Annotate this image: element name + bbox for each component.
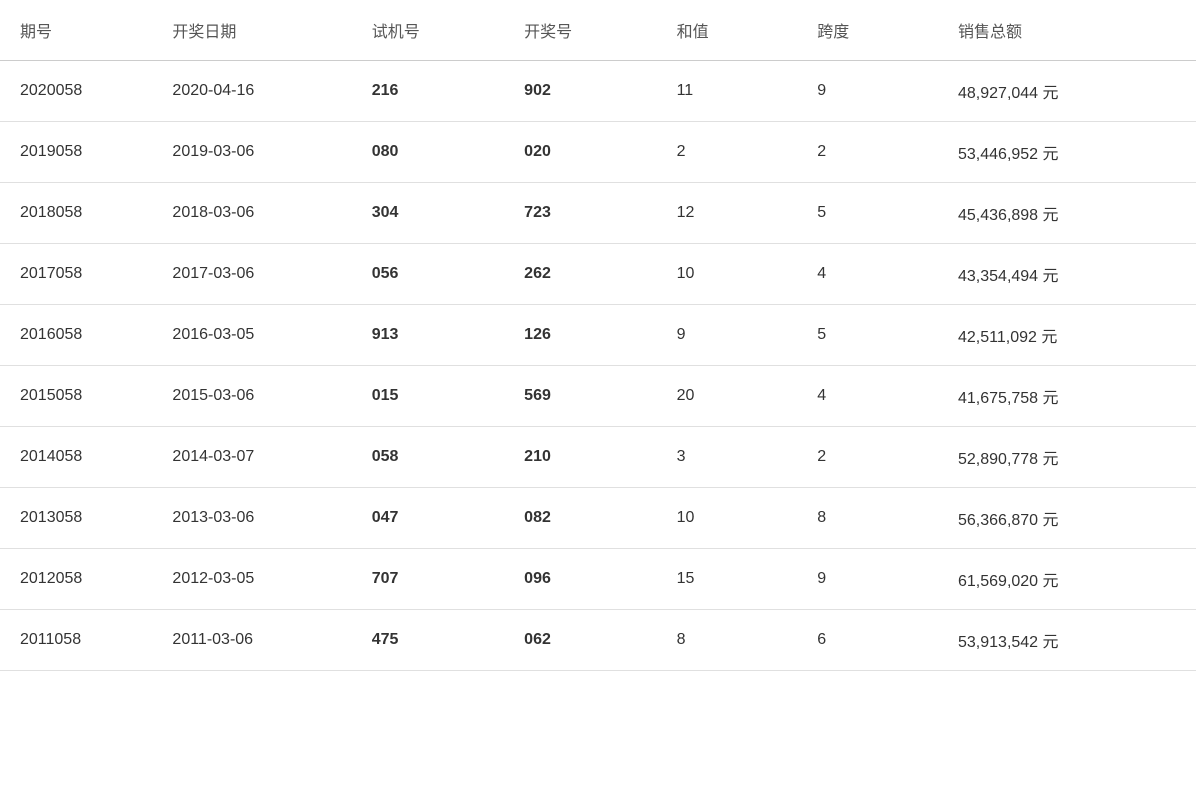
cell-sum: 10 (657, 244, 798, 305)
cell-period: 2011058 (0, 610, 152, 671)
cell-period: 2020058 (0, 61, 152, 122)
cell-span: 5 (797, 183, 938, 244)
cell-span: 6 (797, 610, 938, 671)
cell-sales: 41,675,758 元 (938, 366, 1196, 427)
cell-period: 2013058 (0, 488, 152, 549)
cell-span: 4 (797, 244, 938, 305)
cell-winning: 126 (504, 305, 656, 366)
cell-winning: 096 (504, 549, 656, 610)
cell-period: 2019058 (0, 122, 152, 183)
cell-winning: 062 (504, 610, 656, 671)
cell-sum: 3 (657, 427, 798, 488)
cell-sum: 9 (657, 305, 798, 366)
cell-sum: 8 (657, 610, 798, 671)
cell-trial: 047 (352, 488, 504, 549)
cell-trial: 056 (352, 244, 504, 305)
cell-sum: 11 (657, 61, 798, 122)
cell-sales: 52,890,778 元 (938, 427, 1196, 488)
cell-winning: 210 (504, 427, 656, 488)
cell-trial: 475 (352, 610, 504, 671)
cell-sales: 53,913,542 元 (938, 610, 1196, 671)
cell-sum: 20 (657, 366, 798, 427)
table-row: 20140582014-03-070582103252,890,778 元 (0, 427, 1196, 488)
column-header: 和值 (657, 0, 798, 61)
cell-period: 2018058 (0, 183, 152, 244)
cell-trial: 080 (352, 122, 504, 183)
table-header-row: 期号开奖日期试机号开奖号和值跨度销售总额 (0, 0, 1196, 61)
cell-sales: 45,436,898 元 (938, 183, 1196, 244)
cell-winning: 262 (504, 244, 656, 305)
column-header: 跨度 (797, 0, 938, 61)
cell-span: 2 (797, 427, 938, 488)
cell-trial: 707 (352, 549, 504, 610)
cell-winning: 569 (504, 366, 656, 427)
cell-date: 2016-03-05 (152, 305, 351, 366)
cell-period: 2016058 (0, 305, 152, 366)
cell-span: 2 (797, 122, 938, 183)
cell-date: 2018-03-06 (152, 183, 351, 244)
table-row: 20190582019-03-060800202253,446,952 元 (0, 122, 1196, 183)
cell-sum: 12 (657, 183, 798, 244)
column-header: 期号 (0, 0, 152, 61)
cell-winning: 902 (504, 61, 656, 122)
cell-date: 2015-03-06 (152, 366, 351, 427)
cell-winning: 020 (504, 122, 656, 183)
cell-trial: 058 (352, 427, 504, 488)
cell-span: 9 (797, 61, 938, 122)
cell-sales: 61,569,020 元 (938, 549, 1196, 610)
cell-date: 2014-03-07 (152, 427, 351, 488)
cell-period: 2012058 (0, 549, 152, 610)
cell-sales: 43,354,494 元 (938, 244, 1196, 305)
table-row: 20200582020-04-1621690211948,927,044 元 (0, 61, 1196, 122)
cell-sales: 48,927,044 元 (938, 61, 1196, 122)
column-header: 开奖日期 (152, 0, 351, 61)
cell-span: 8 (797, 488, 938, 549)
table-row: 20120582012-03-0570709615961,569,020 元 (0, 549, 1196, 610)
lottery-table: 期号开奖日期试机号开奖号和值跨度销售总额 20200582020-04-1621… (0, 0, 1196, 671)
cell-period: 2017058 (0, 244, 152, 305)
cell-sales: 53,446,952 元 (938, 122, 1196, 183)
column-header: 开奖号 (504, 0, 656, 61)
table-row: 20130582013-03-0604708210856,366,870 元 (0, 488, 1196, 549)
cell-sum: 10 (657, 488, 798, 549)
cell-date: 2011-03-06 (152, 610, 351, 671)
column-header: 销售总额 (938, 0, 1196, 61)
cell-span: 5 (797, 305, 938, 366)
cell-span: 4 (797, 366, 938, 427)
cell-winning: 723 (504, 183, 656, 244)
cell-date: 2019-03-06 (152, 122, 351, 183)
cell-date: 2017-03-06 (152, 244, 351, 305)
table-row: 20160582016-03-059131269542,511,092 元 (0, 305, 1196, 366)
table-row: 20180582018-03-0630472312545,436,898 元 (0, 183, 1196, 244)
cell-date: 2012-03-05 (152, 549, 351, 610)
cell-date: 2020-04-16 (152, 61, 351, 122)
cell-trial: 913 (352, 305, 504, 366)
table-row: 20150582015-03-0601556920441,675,758 元 (0, 366, 1196, 427)
cell-sales: 42,511,092 元 (938, 305, 1196, 366)
cell-period: 2015058 (0, 366, 152, 427)
table-row: 20110582011-03-064750628653,913,542 元 (0, 610, 1196, 671)
cell-sum: 15 (657, 549, 798, 610)
cell-date: 2013-03-06 (152, 488, 351, 549)
cell-span: 9 (797, 549, 938, 610)
cell-trial: 216 (352, 61, 504, 122)
table-row: 20170582017-03-0605626210443,354,494 元 (0, 244, 1196, 305)
cell-period: 2014058 (0, 427, 152, 488)
cell-sales: 56,366,870 元 (938, 488, 1196, 549)
column-header: 试机号 (352, 0, 504, 61)
cell-trial: 304 (352, 183, 504, 244)
cell-trial: 015 (352, 366, 504, 427)
cell-sum: 2 (657, 122, 798, 183)
cell-winning: 082 (504, 488, 656, 549)
